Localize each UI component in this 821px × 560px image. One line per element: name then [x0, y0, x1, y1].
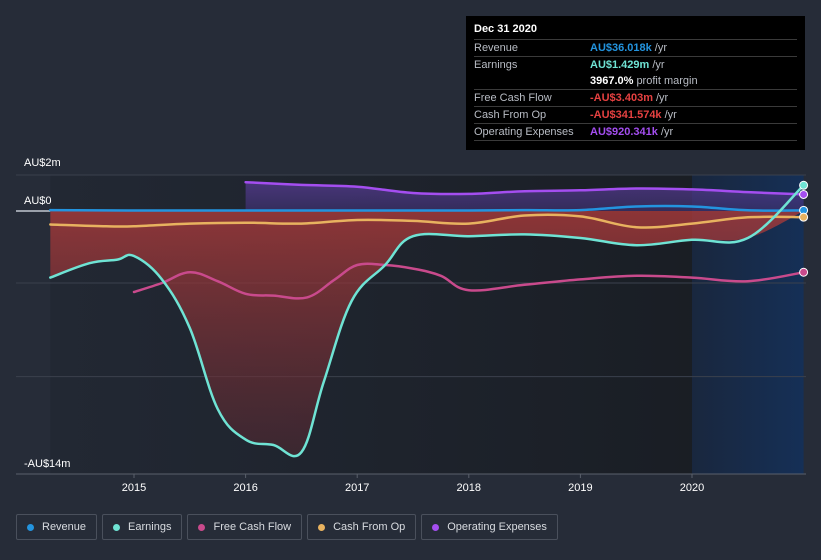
x-tick-label: 2017 — [345, 482, 369, 494]
tooltip-row: Free Cash Flow -AU$3.403m/yr — [474, 90, 797, 107]
tooltip-row: Revenue AU$36.018k/yr — [474, 40, 797, 57]
legend-label: Earnings — [128, 521, 172, 533]
legend-item-free-cash-flow[interactable]: Free Cash Flow — [187, 514, 303, 540]
tooltip-unit: profit margin — [636, 75, 698, 87]
tooltip-unit: /yr — [664, 109, 677, 121]
y-tick-label: AU$2m — [24, 157, 61, 169]
x-tick-label: 2019 — [568, 482, 592, 494]
tooltip-key: Earnings — [474, 59, 518, 71]
legend-item-cash-from-op[interactable]: Cash From Op — [307, 514, 417, 540]
legend-dot-icon — [27, 523, 34, 531]
legend-label: Cash From Op — [333, 521, 406, 533]
legend-label: Revenue — [42, 521, 87, 533]
y-tick-label: -AU$14m — [24, 458, 70, 470]
tooltip-rows: Revenue AU$36.018k/yr Earnings AU$1.429m/yr… — [474, 40, 797, 141]
tooltip-value: -AU$341.574k — [590, 109, 662, 121]
tooltip-unit: /yr — [652, 59, 665, 71]
operating-expenses-end-marker — [799, 189, 809, 199]
tooltip-value: AU$920.341k — [590, 126, 658, 138]
legend-label: Operating Expenses — [447, 521, 547, 533]
legend-dot-icon — [432, 523, 440, 531]
y-tick-label: AU$0 — [24, 195, 52, 207]
tooltip-key: Operating Expenses — [474, 126, 574, 138]
tooltip-row: Operating Expenses AU$920.341k/yr — [474, 124, 797, 141]
tooltip-row: Earnings AU$1.429m/yr — [474, 57, 797, 73]
legend-dot-icon — [113, 523, 121, 531]
legend-item-operating-expenses[interactable]: Operating Expenses — [421, 514, 558, 540]
legend-item-revenue[interactable]: Revenue — [16, 514, 98, 540]
free-cash-flow-end-marker — [799, 267, 809, 277]
tooltip-value: -AU$3.403m — [590, 92, 653, 104]
tooltip-key: Cash From Op — [474, 109, 547, 121]
x-tick-label: 2015 — [122, 482, 146, 494]
tooltip-unit: /yr — [654, 42, 668, 54]
tooltip-date: Dec 31 2020 — [474, 23, 797, 40]
legend-dot-icon — [318, 523, 326, 531]
tooltip-key: Revenue — [474, 42, 519, 54]
x-tick-label: 2020 — [680, 482, 704, 494]
x-axis: 2015 2016 2017 2018 2019 2020 — [16, 473, 806, 494]
tooltip-value: AU$1.429m — [590, 59, 650, 71]
tooltip-row: Cash From Op -AU$341.574k/yr — [474, 107, 797, 124]
tooltip-row: 3967.0% profit margin — [474, 73, 797, 90]
tooltip-value: 3967.0% — [590, 75, 634, 87]
tooltip-unit: /yr — [655, 92, 669, 104]
tooltip-value: AU$36.018k — [590, 42, 652, 54]
tooltip-key: Free Cash Flow — [474, 92, 552, 104]
earnings-end-marker — [799, 180, 809, 190]
legend-item-earnings[interactable]: Earnings — [102, 514, 183, 540]
tooltip: Dec 31 2020 Revenue AU$36.018k/yr Earnings… — [466, 16, 805, 150]
x-tick-label: 2018 — [457, 482, 481, 494]
cash-from-op-end-marker — [799, 212, 809, 222]
x-tick-label: 2016 — [233, 482, 257, 494]
tooltip-unit: /yr — [660, 126, 674, 138]
legend-label: Free Cash Flow — [213, 521, 292, 533]
legend-dot-icon — [198, 523, 206, 531]
legend: Revenue Earnings Free Cash Flow Cash From O… — [16, 514, 558, 540]
